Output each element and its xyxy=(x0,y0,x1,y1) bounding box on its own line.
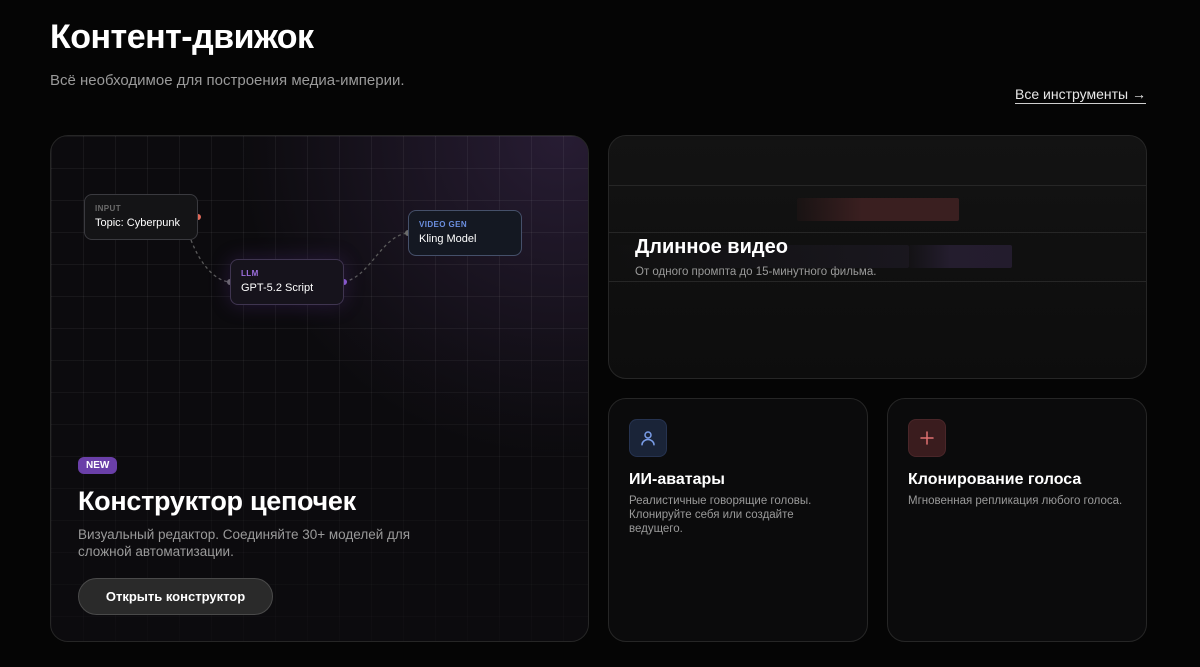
timeline-track-line xyxy=(609,232,1146,233)
long-video-card[interactable]: Длинное видео От одного промпта до 15-ми… xyxy=(608,135,1147,379)
long-video-description: От одного промпта до 15-минутного фильма… xyxy=(635,266,877,278)
chain-builder-title: Конструктор цепочек xyxy=(78,486,356,516)
new-badge: NEW xyxy=(78,457,118,474)
timeline-clip xyxy=(909,245,1012,268)
timeline-clip xyxy=(797,198,959,221)
node-type-label: INPUT xyxy=(95,204,121,213)
connector-llm-video xyxy=(343,232,409,283)
node-video-gen[interactable]: VIDEO GEN Kling Model xyxy=(408,210,522,256)
node-type-label: LLM xyxy=(241,269,259,278)
chain-builder-card[interactable]: INPUT Topic: Cyberpunk LLM GPT-5.2 Scrip… xyxy=(50,135,589,642)
ai-avatars-card[interactable]: ИИ-аватары Реалистичные говорящие головы… xyxy=(608,398,868,642)
user-icon xyxy=(629,419,667,457)
timeline-track-line xyxy=(609,185,1146,186)
voice-cloning-card[interactable]: Клонирование голоса Мгновенная репликаци… xyxy=(887,398,1147,642)
ai-avatars-description: Реалистичные говорящие головы. Клонируйт… xyxy=(629,495,812,535)
node-value: Kling Model xyxy=(419,233,477,245)
ai-avatars-title: ИИ-аватары xyxy=(629,471,725,488)
open-builder-button[interactable]: Открыть конструктор xyxy=(78,578,273,615)
plus-icon xyxy=(908,419,946,457)
page-subtitle: Всё необходимое для построения медиа-имп… xyxy=(50,72,405,89)
long-video-title: Длинное видео xyxy=(635,236,788,258)
node-input[interactable]: INPUT Topic: Cyberpunk xyxy=(84,194,198,240)
node-value: GPT-5.2 Script xyxy=(241,282,314,294)
page-title: Контент-движок xyxy=(50,18,314,56)
node-llm[interactable]: LLM GPT-5.2 Script xyxy=(230,259,344,305)
voice-cloning-description: Мгновенная репликация любого голоса. xyxy=(908,495,1123,507)
node-type-label: VIDEO GEN xyxy=(419,220,468,229)
connector-input-llm xyxy=(190,239,231,283)
node-value: Topic: Cyberpunk xyxy=(95,217,180,229)
voice-cloning-title: Клонирование голоса xyxy=(908,471,1082,488)
all-tools-link[interactable]: Все инструменты → xyxy=(1015,86,1146,104)
timeline-track-line xyxy=(609,281,1146,282)
chain-builder-description: Визуальный редактор. Соединяйте 30+ моде… xyxy=(78,527,411,559)
